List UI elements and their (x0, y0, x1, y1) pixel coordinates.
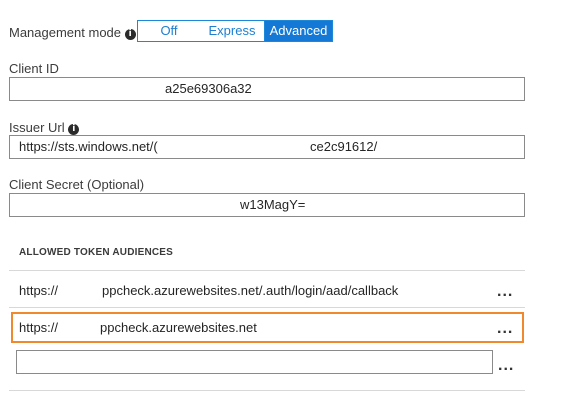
client-id-label: Client ID (9, 61, 59, 76)
issuer-url-value-suffix: ce2c91612/ (310, 139, 378, 154)
client-id-value: a25e69306a32 (165, 81, 252, 96)
divider (9, 390, 525, 391)
issuer-url-field[interactable]: https://sts.windows.net/( ce2c91612/ (9, 135, 525, 159)
audience-url-prefix: https:// (19, 320, 59, 335)
client-id-field[interactable]: a25e69306a32 (9, 77, 525, 101)
issuer-url-label: Issuer Url i (9, 120, 80, 135)
new-row-menu-ellipsis-icon[interactable]: ... (498, 358, 514, 374)
audience-url-rest: ppcheck.azurewebsites.net (100, 320, 257, 335)
allowed-token-audiences-heading: ALLOWED TOKEN AUDIENCES (19, 247, 174, 258)
client-secret-label: Client Secret (Optional) (9, 177, 145, 192)
row-menu-ellipsis-icon[interactable]: ... (497, 284, 513, 300)
management-mode-label-text: Management mode (9, 25, 122, 40)
info-icon[interactable]: i (124, 29, 136, 40)
mode-express-button[interactable]: Express (200, 20, 265, 42)
mode-advanced-button[interactable]: Advanced (264, 20, 333, 42)
audience-url-prefix: https:// (19, 283, 59, 298)
info-icon[interactable]: i (68, 124, 80, 135)
row-menu-ellipsis-icon[interactable]: ... (497, 321, 513, 337)
client-secret-field[interactable]: w13MagY= (9, 193, 525, 217)
mode-off-button[interactable]: Off (137, 20, 201, 42)
client-secret-value: w13MagY= (240, 197, 306, 212)
management-mode-label: Management mode i (9, 25, 136, 40)
divider (9, 307, 525, 308)
issuer-url-label-text: Issuer Url (9, 120, 65, 135)
audience-url-rest: ppcheck.azurewebsites.net/.auth/login/aa… (102, 283, 399, 298)
new-audience-input[interactable] (16, 350, 493, 374)
audience-row[interactable]: https:// ppcheck.azurewebsites.net/.auth… (9, 271, 525, 307)
issuer-url-value-prefix: https://sts.windows.net/( (19, 139, 158, 154)
audience-row-highlighted[interactable]: https:// ppcheck.azurewebsites.net ... (11, 312, 524, 343)
